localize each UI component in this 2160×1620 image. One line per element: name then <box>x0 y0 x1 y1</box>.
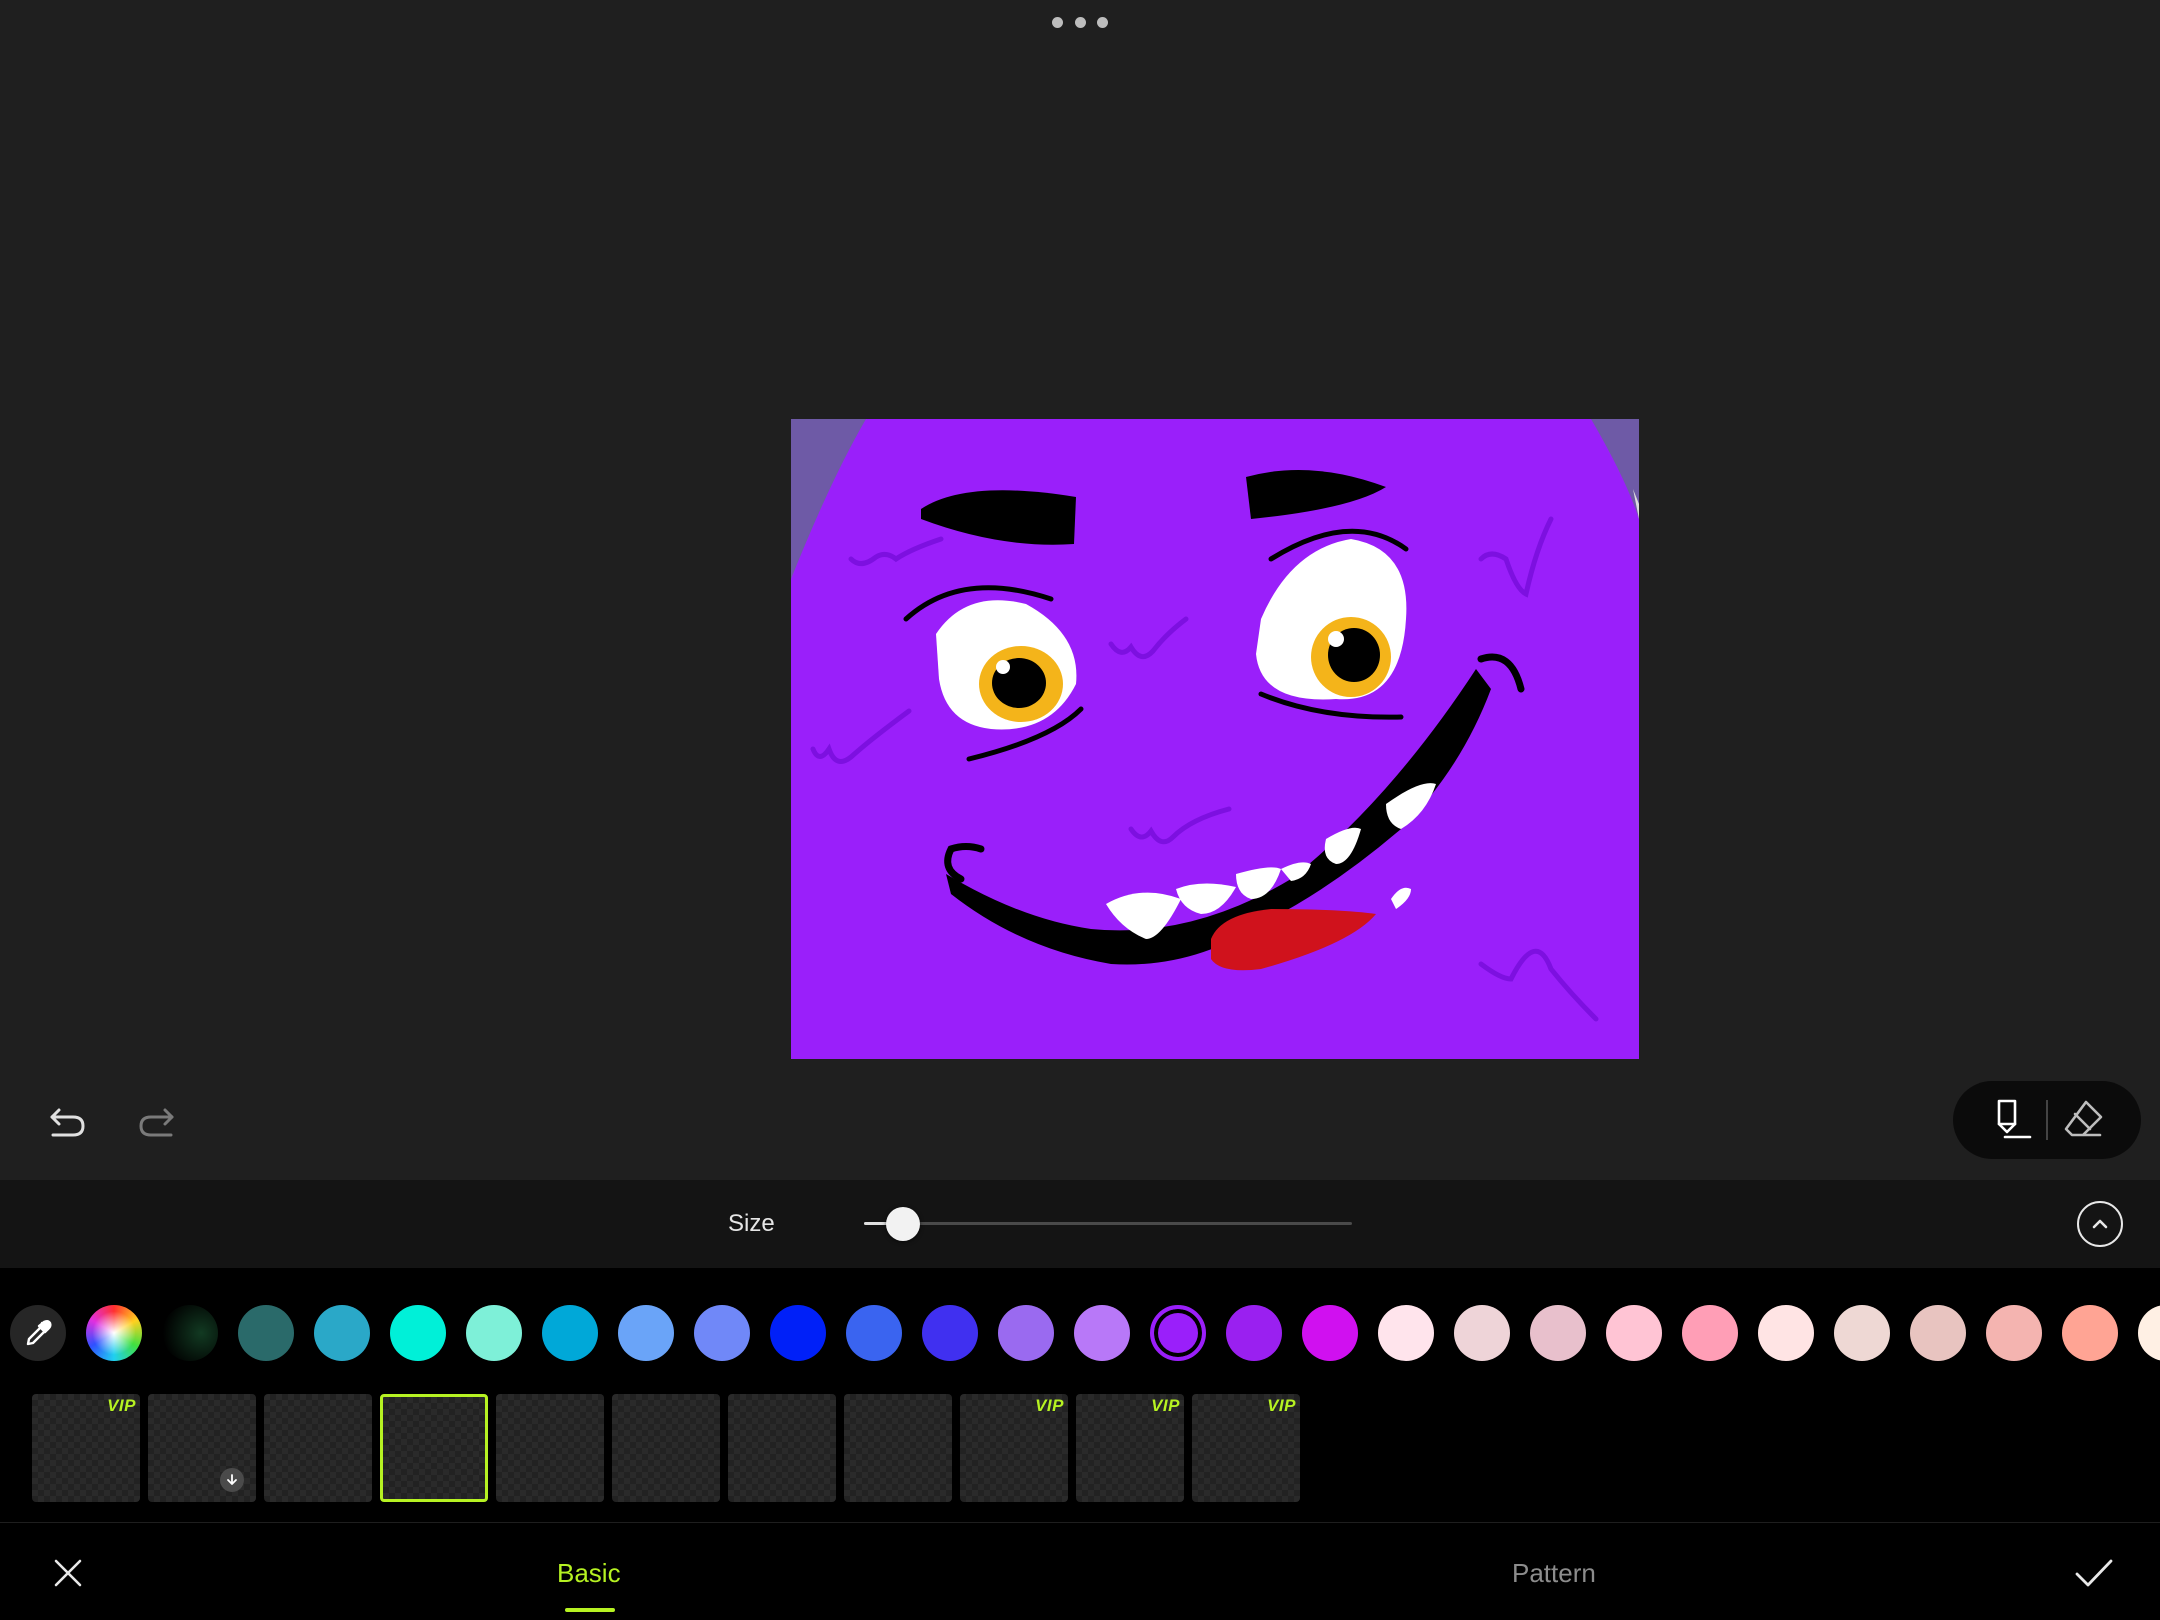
brush-icon <box>1997 1099 2032 1139</box>
eraser-icon <box>2064 1100 2103 1137</box>
brush-tile[interactable] <box>612 1394 720 1502</box>
active-tab-indicator <box>565 1608 615 1612</box>
color-swatch[interactable] <box>1758 1305 1814 1361</box>
size-slider-thumb[interactable] <box>886 1207 920 1241</box>
brush-tile[interactable]: VIP <box>1076 1394 1184 1502</box>
size-label: Size <box>728 1210 775 1237</box>
close-button[interactable] <box>46 1551 90 1595</box>
color-swatch[interactable] <box>2138 1305 2160 1361</box>
color-swatch[interactable] <box>390 1305 446 1361</box>
tab-basic[interactable]: Basic <box>557 1558 621 1589</box>
chevron-up-icon <box>2092 1219 2108 1229</box>
undo-button[interactable] <box>38 1098 96 1146</box>
color-swatch[interactable] <box>542 1305 598 1361</box>
vip-badge: VIP <box>1151 1396 1180 1415</box>
color-swatch[interactable] <box>922 1305 978 1361</box>
redo-icon <box>139 1108 174 1137</box>
brush-tile[interactable] <box>844 1394 952 1502</box>
color-swatch[interactable] <box>1150 1305 1206 1361</box>
color-swatch[interactable] <box>770 1305 826 1361</box>
tab-pattern[interactable]: Pattern <box>1512 1558 1596 1589</box>
color-swatch[interactable] <box>1606 1305 1662 1361</box>
drawing-artwork <box>791 419 1639 1022</box>
brush-tile[interactable]: VIP <box>1192 1394 1300 1502</box>
eyedropper-button[interactable] <box>10 1305 66 1361</box>
color-swatch[interactable] <box>694 1305 750 1361</box>
vip-badge: VIP <box>1267 1396 1296 1415</box>
expand-panel-button[interactable] <box>2077 1201 2123 1247</box>
color-swatch[interactable] <box>998 1305 1054 1361</box>
check-icon <box>2075 1559 2113 1587</box>
color-swatch[interactable] <box>1682 1305 1738 1361</box>
undo-icon <box>50 1108 85 1137</box>
tool-divider <box>2046 1100 2048 1140</box>
color-swatch[interactable] <box>1302 1305 1358 1361</box>
size-bar: Size <box>0 1180 2160 1268</box>
color-swatch[interactable] <box>618 1305 674 1361</box>
color-palette <box>0 1301 2160 1365</box>
color-swatch[interactable] <box>1986 1305 2042 1361</box>
color-swatch[interactable] <box>846 1305 902 1361</box>
color-swatch[interactable] <box>1530 1305 1586 1361</box>
brush-tile[interactable] <box>496 1394 604 1502</box>
vip-badge: VIP <box>1035 1396 1064 1415</box>
more-options-icon[interactable] <box>1052 12 1108 32</box>
color-swatch[interactable] <box>1074 1305 1130 1361</box>
brush-tool-button[interactable] <box>1983 1092 2039 1148</box>
color-swatch[interactable] <box>1454 1305 1510 1361</box>
download-icon <box>220 1468 244 1492</box>
brush-tile[interactable]: VIP <box>32 1394 140 1502</box>
bottom-divider <box>0 1522 2160 1523</box>
brush-tile[interactable] <box>148 1394 256 1502</box>
color-swatch[interactable] <box>1226 1305 1282 1361</box>
color-wheel-swatch[interactable] <box>86 1305 142 1361</box>
color-swatch[interactable] <box>314 1305 370 1361</box>
confirm-button[interactable] <box>2070 1551 2118 1595</box>
vip-badge: VIP <box>107 1396 136 1415</box>
brush-tile[interactable]: VIP <box>960 1394 1068 1502</box>
color-swatch[interactable] <box>1910 1305 1966 1361</box>
brush-tile[interactable] <box>728 1394 836 1502</box>
color-swatch[interactable] <box>162 1305 218 1361</box>
color-swatch[interactable] <box>2062 1305 2118 1361</box>
eyedropper-icon <box>26 1320 52 1346</box>
brush-tile[interactable] <box>264 1394 372 1502</box>
tool-switcher <box>1953 1081 2141 1159</box>
color-swatch[interactable] <box>1834 1305 1890 1361</box>
redo-button[interactable] <box>128 1098 186 1146</box>
brush-panel: VIP VIP VIP VIP Basic Pattern <box>0 1268 2160 1620</box>
brush-tile[interactable] <box>380 1394 488 1502</box>
color-swatch[interactable] <box>466 1305 522 1361</box>
drawing-canvas[interactable] <box>791 419 1639 1059</box>
close-icon <box>54 1559 82 1587</box>
size-slider[interactable] <box>864 1207 1352 1241</box>
eraser-tool-button[interactable] <box>2055 1092 2111 1148</box>
color-swatch[interactable] <box>238 1305 294 1361</box>
color-swatch[interactable] <box>1378 1305 1434 1361</box>
